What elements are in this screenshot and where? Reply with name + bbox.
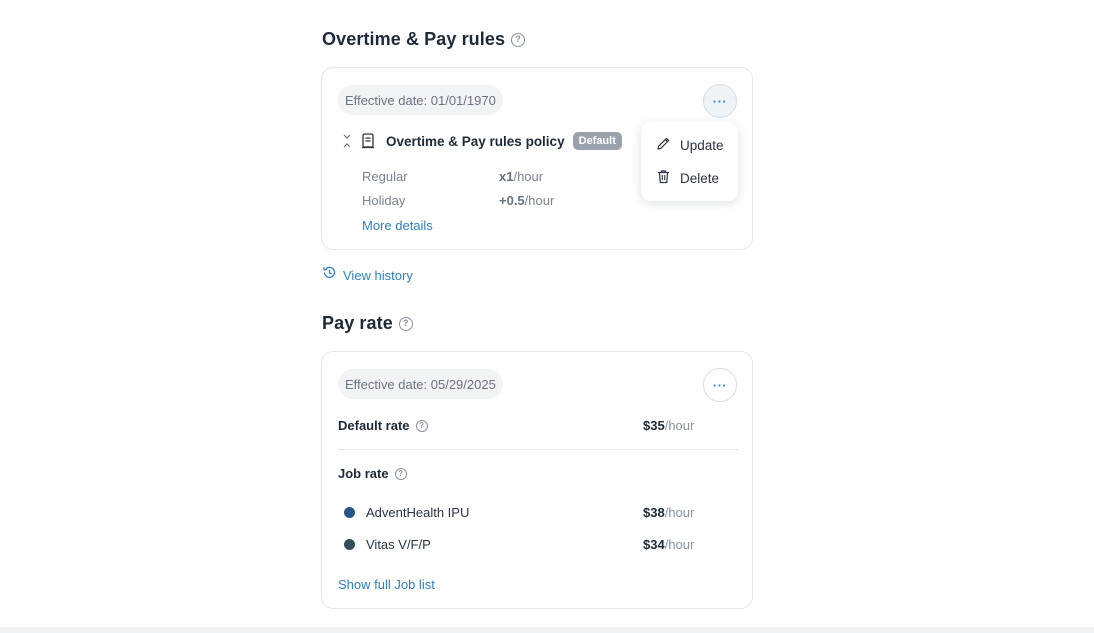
pay-rate-card: Effective date: 05/29/2025 ··· Default r…: [321, 351, 753, 609]
delete-label: Delete: [680, 170, 720, 186]
show-full-job-list-link[interactable]: Show full Job list: [338, 577, 435, 592]
effective-date-pill: Effective date: 05/29/2025: [338, 369, 503, 399]
default-rate-row: Default rate ? $35/hour: [338, 418, 736, 433]
policy-row: Overtime & Pay rules policy Default: [342, 132, 622, 150]
history-icon: [322, 265, 337, 285]
update-label: Update: [680, 137, 724, 153]
ellipsis-icon: ···: [712, 377, 728, 393]
default-rate-value: $35/hour: [643, 418, 695, 433]
ellipsis-icon: ···: [712, 93, 728, 109]
job-name: Vitas V/F/P: [366, 537, 431, 552]
job-rate-label: Job rate ?: [338, 466, 736, 481]
job-color-dot: [344, 539, 355, 550]
default-badge: Default: [572, 132, 622, 150]
job-rate-value: $38/hour: [643, 505, 695, 520]
view-history-label: View history: [343, 267, 413, 283]
overtime-section-title: Overtime & Pay rules ?: [322, 29, 526, 50]
pay-rate-more-button[interactable]: ···: [703, 368, 737, 402]
regular-value: x1/hour: [499, 169, 544, 184]
menu-item-delete[interactable]: Delete: [656, 169, 719, 187]
more-details-link[interactable]: More details: [362, 218, 433, 233]
holiday-label: Holiday: [362, 193, 406, 208]
divider: [338, 449, 738, 450]
effective-date-pill: Effective date: 01/01/1970: [338, 85, 503, 115]
help-icon[interactable]: ?: [415, 419, 428, 432]
actions-menu: Update Delete: [641, 122, 738, 201]
pay-rate-section-title: Pay rate ?: [322, 313, 413, 334]
job-rate-row: Job rate ?: [338, 466, 736, 481]
view-history-link[interactable]: View history: [322, 265, 413, 285]
document-icon: [360, 133, 376, 149]
job-rate-value: $34/hour: [643, 537, 695, 552]
job-item: AdventHealth IPU $38/hour: [344, 505, 736, 520]
holiday-value: +0.5/hour: [499, 193, 555, 208]
pencil-icon: [656, 136, 671, 154]
job-color-dot: [344, 507, 355, 518]
overtime-more-button[interactable]: ···: [703, 84, 737, 118]
bottom-scroll-area: [0, 627, 1094, 633]
help-icon[interactable]: ?: [394, 467, 407, 480]
help-icon[interactable]: ?: [398, 316, 413, 331]
collapse-chevrons-icon[interactable]: [342, 133, 352, 149]
policy-name: Overtime & Pay rules policy: [386, 133, 565, 149]
regular-label: Regular: [362, 169, 408, 184]
pay-rate-title-text: Pay rate: [322, 313, 393, 333]
trash-icon: [656, 169, 671, 187]
help-icon[interactable]: ?: [511, 32, 526, 47]
job-item: Vitas V/F/P $34/hour: [344, 537, 736, 552]
overtime-title-text: Overtime & Pay rules: [322, 29, 506, 49]
job-name: AdventHealth IPU: [366, 505, 470, 520]
menu-item-update[interactable]: Update: [656, 136, 724, 154]
